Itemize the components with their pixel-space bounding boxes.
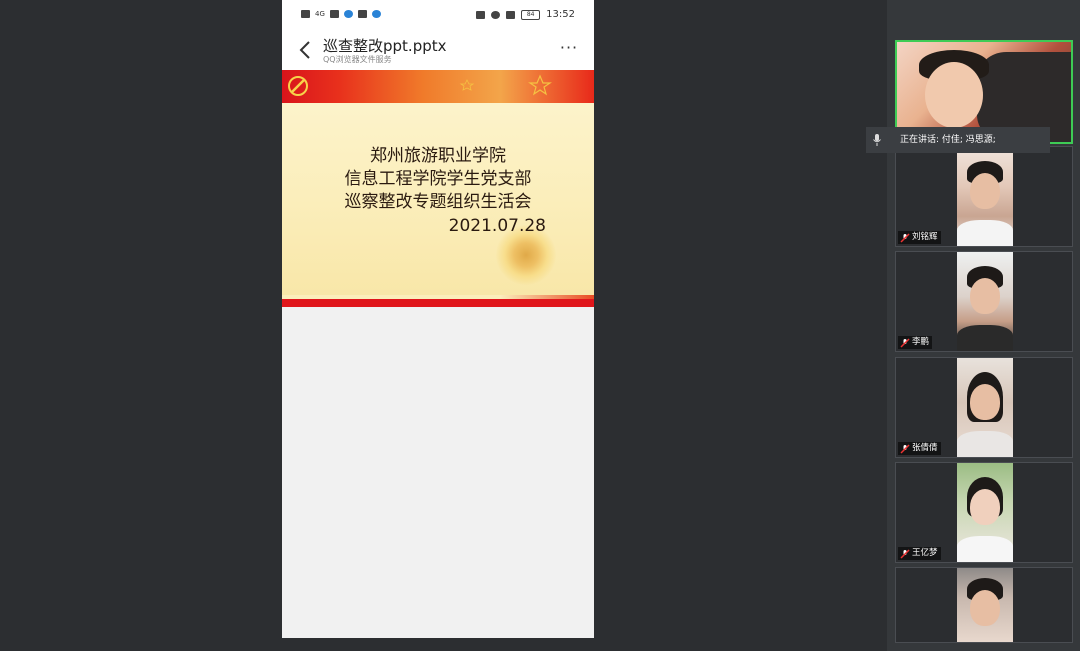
participant-video [957, 358, 1013, 457]
participant-video [957, 463, 1013, 562]
chevron-left-icon [299, 41, 310, 59]
slide-date: 2021.07.28 [448, 216, 546, 236]
camera-icon [357, 10, 367, 18]
participant-name-tag: 刘铭辉 [898, 231, 941, 244]
slide-line-school: 郑州旅游职业学院 [370, 146, 506, 166]
participant-name: 刘铭辉 [912, 232, 938, 242]
nfc-icon [476, 10, 486, 19]
face [970, 383, 1000, 420]
document-subtitle: QQ浏览器文件服务 [323, 55, 392, 64]
face [970, 277, 1000, 314]
participant-name: 王亿梦 [912, 548, 938, 558]
more-menu-button[interactable]: ··· [558, 40, 580, 56]
document-title: 巡查整改ppt.pptx [323, 37, 447, 55]
shared-screen: 4G 84 13:52 巡查整改ppt.pptx QQ浏览器文件服务 ··· 郑… [282, 0, 594, 638]
shoulders [957, 431, 1013, 457]
slide-line-branch: 信息工程学院学生党支部 [344, 169, 532, 189]
mic-muted-icon [900, 548, 910, 559]
face [970, 590, 1000, 627]
participant-name-tag: 李鹏 [898, 336, 933, 349]
mute-icon [506, 10, 516, 19]
slide-footer-bar [282, 299, 594, 307]
participant-tile[interactable]: 刘铭辉 [895, 146, 1073, 247]
speaker-face [925, 62, 983, 128]
mic-muted-icon [900, 443, 910, 454]
presentation-slide: 郑州旅游职业学院 信息工程学院学生党支部 巡察整改专题组织生活会 2021.07… [282, 70, 594, 307]
participant-video [957, 252, 1013, 351]
status-right: 84 13:52 [476, 9, 575, 20]
face [970, 172, 1000, 209]
now-speaking-text: 正在讲话: 付佳; 冯思源; [900, 135, 996, 145]
mic-muted-icon [900, 337, 910, 348]
battery-icon: 84 [521, 9, 541, 20]
participant-video [957, 568, 1013, 642]
app-icon [343, 10, 353, 18]
slide-header-banner [282, 70, 594, 103]
participant-tile[interactable] [895, 567, 1073, 643]
cloud-icon [371, 10, 381, 18]
eye-icon [491, 10, 501, 19]
shoulders [957, 325, 1013, 351]
now-speaking-bar: 正在讲话: 付佳; 冯思源; [866, 127, 1050, 153]
party-emblem-icon [288, 74, 552, 96]
app-titlebar: 巡查整改ppt.pptx QQ浏览器文件服务 ··· [282, 32, 594, 70]
hd-icon [301, 10, 310, 18]
back-button[interactable] [296, 38, 316, 62]
participant-name-tag: 张倩倩 [898, 442, 941, 455]
participant-name-tag: 王亿梦 [898, 547, 941, 560]
status-left: 4G [301, 10, 381, 18]
participant-tile[interactable]: 张倩倩 [895, 357, 1073, 458]
slide-line-topic: 巡察整改专题组织生活会 [344, 192, 532, 212]
participant-name: 张倩倩 [912, 443, 938, 453]
clock: 13:52 [546, 9, 575, 20]
microphone-icon [866, 127, 888, 153]
face [970, 488, 1000, 525]
participant-video [957, 147, 1013, 246]
wifi-icon [329, 10, 339, 18]
shoulders [957, 536, 1013, 562]
mic-muted-icon [900, 232, 910, 243]
participant-panel: 刘铭辉 李鹏 张倩倩 王亿梦 [887, 0, 1080, 651]
participant-tile[interactable]: 李鹏 [895, 251, 1073, 352]
network-label: 4G [315, 10, 325, 18]
shoulders [957, 220, 1013, 246]
participant-name: 李鹏 [912, 337, 930, 347]
participant-tile[interactable]: 王亿梦 [895, 462, 1073, 563]
status-bar: 4G 84 13:52 [282, 0, 594, 32]
